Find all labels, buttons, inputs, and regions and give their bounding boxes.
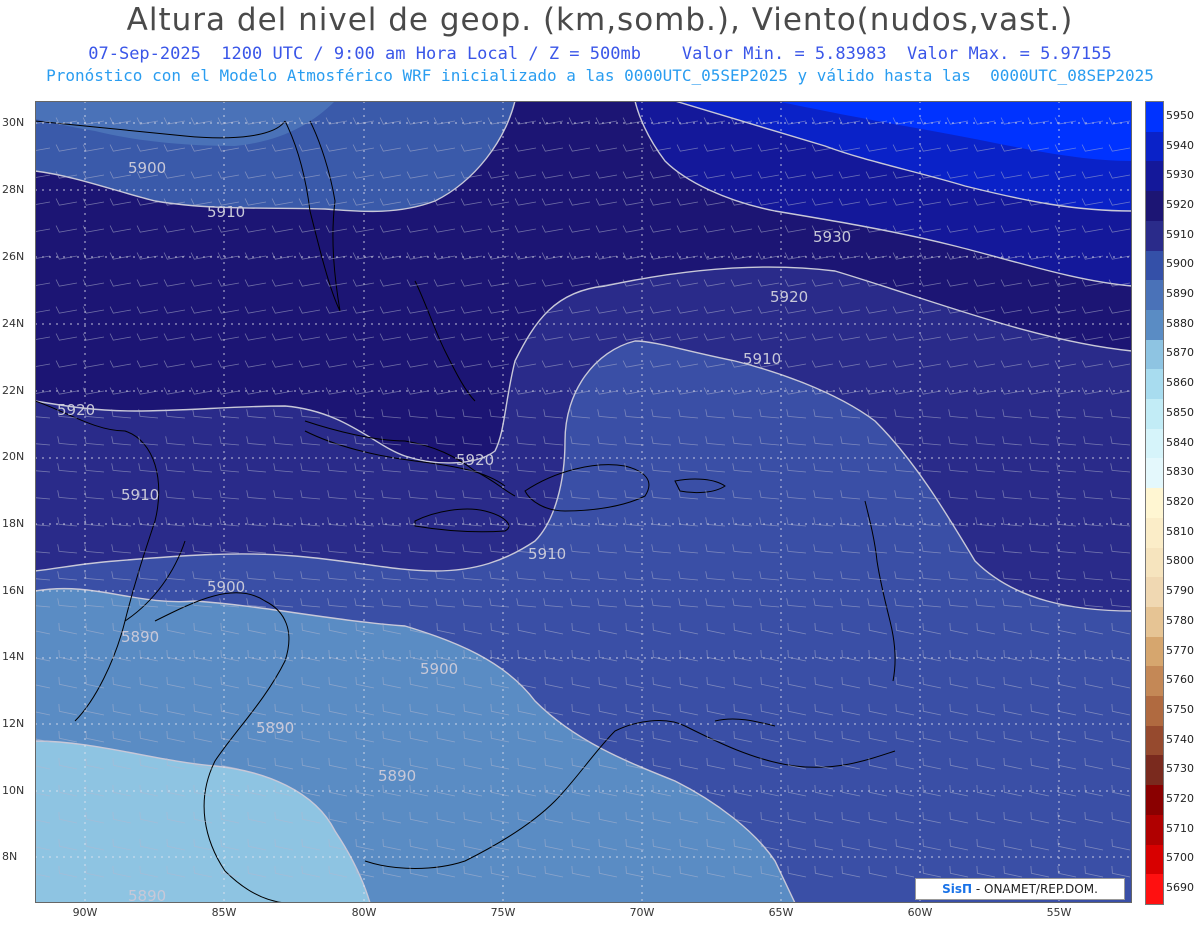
scale-swatch: [1146, 428, 1163, 459]
credit-box: SisΠ - ONAMET/REP.DOM.: [915, 878, 1125, 900]
lat-label: 16N: [2, 584, 25, 597]
scale-label: 5840: [1166, 435, 1194, 449]
contour-label: 5930: [813, 228, 851, 246]
scale-label: 5870: [1166, 346, 1194, 360]
lon-label: 55W: [1046, 906, 1072, 919]
contour-label: 5890: [378, 767, 416, 785]
scale-label: 5850: [1166, 405, 1194, 419]
chart-title: Altura del nivel de geop. (km,somb.), Vi…: [126, 2, 1074, 38]
scale-label: 5800: [1166, 554, 1194, 568]
scale-swatch: [1146, 339, 1163, 370]
contour-label: 5910: [121, 486, 159, 504]
lat-label: 26N: [2, 250, 25, 263]
contour-label: 5920: [57, 401, 95, 419]
scale-swatch: [1146, 250, 1163, 281]
scale-swatch: [1146, 458, 1163, 489]
scale-swatch: [1146, 309, 1163, 341]
contour-label: 5920: [770, 288, 808, 306]
scale-label: 5720: [1166, 792, 1194, 806]
scale-swatch: [1146, 517, 1163, 549]
lat-label: 24N: [2, 317, 25, 330]
geopotential-map: 5900 5910 5930 5920 5910 5920 5920 5910 …: [35, 101, 1132, 903]
scale-swatch: [1146, 755, 1163, 786]
lat-label: 20N: [2, 450, 25, 463]
color-scale-bar: [1145, 101, 1164, 905]
scale-swatch: [1146, 220, 1163, 252]
lat-label: 22N: [2, 384, 25, 397]
scale-swatch: [1146, 785, 1163, 816]
scale-label: 5900: [1166, 257, 1194, 271]
lon-label: 90W: [72, 906, 98, 919]
scale-swatch: [1146, 191, 1163, 222]
scale-swatch: [1146, 696, 1163, 727]
scale-swatch: [1146, 399, 1163, 430]
scale-label: 5820: [1166, 495, 1194, 508]
scale-label: 5910: [1166, 227, 1194, 241]
scale-swatch: [1146, 606, 1163, 638]
scale-label: 5730: [1166, 762, 1194, 776]
scale-label: 5930: [1166, 168, 1194, 182]
scale-swatch: [1146, 280, 1163, 311]
contour-label: 5890: [256, 719, 294, 737]
scale-label: 5860: [1166, 376, 1194, 390]
scale-swatch: [1146, 131, 1163, 162]
scale-swatch: [1146, 844, 1163, 875]
scale-label: 5920: [1166, 197, 1194, 211]
contour-label: 5910: [528, 545, 566, 563]
scale-label: 5750: [1166, 702, 1194, 716]
lat-label: 30N: [2, 116, 25, 129]
scale-swatch: [1146, 488, 1163, 519]
scale-swatch: [1146, 636, 1163, 667]
contour-label: 5900: [207, 578, 245, 596]
contour-label: 5900: [420, 660, 458, 678]
scale-label: 5710: [1166, 821, 1194, 835]
scale-swatch: [1146, 814, 1163, 846]
contour-label: 5920: [456, 451, 494, 469]
scale-swatch: [1146, 102, 1163, 133]
scale-label: 5950: [1166, 108, 1194, 122]
credit-text: - ONAMET/REP.DOM.: [972, 882, 1098, 896]
scale-label: 5770: [1166, 643, 1194, 657]
contour-label: 5900: [128, 159, 166, 177]
scale-label: 5810: [1166, 524, 1194, 538]
lon-label: 70W: [629, 906, 655, 919]
model-info-line: Pronóstico con el Modelo Atmosférico WRF…: [46, 66, 1154, 85]
scale-swatch: [1146, 666, 1163, 697]
scale-label: 5780: [1166, 613, 1194, 627]
scale-label: 5690: [1166, 881, 1194, 895]
lat-label: 8N: [2, 850, 18, 863]
scale-label: 5790: [1166, 584, 1194, 598]
scale-swatch: [1146, 874, 1163, 905]
scale-label: 5940: [1166, 138, 1194, 152]
scale-swatch: [1146, 547, 1163, 578]
contour-label: 5890: [121, 628, 159, 646]
lat-label: 18N: [2, 517, 25, 530]
scale-swatch: [1146, 577, 1163, 608]
lat-label: 10N: [2, 784, 25, 797]
scale-label: 5880: [1166, 316, 1194, 330]
forecast-info-line: 07-Sep-2025 1200 UTC / 9:00 am Hora Loca…: [88, 44, 1112, 64]
credit-brand: SisΠ: [942, 882, 973, 896]
scale-swatch: [1146, 369, 1163, 400]
scale-swatch: [1146, 161, 1163, 192]
scale-label: 5830: [1166, 465, 1194, 479]
lon-label: 85W: [211, 906, 237, 919]
scale-label: 5740: [1166, 732, 1194, 746]
contour-label: 5890: [128, 887, 166, 903]
scale-label: 5890: [1166, 287, 1194, 301]
scale-label: 5760: [1166, 673, 1194, 687]
lon-label: 65W: [768, 906, 794, 919]
scale-label: 5700: [1166, 851, 1194, 865]
contour-label: 5910: [743, 350, 781, 368]
lat-label: 14N: [2, 650, 25, 663]
lat-label: 12N: [2, 717, 25, 730]
scale-swatch: [1146, 725, 1163, 756]
lon-label: 80W: [351, 906, 377, 919]
contour-label: 5910: [207, 203, 245, 221]
lon-label: 60W: [907, 906, 933, 919]
lon-label: 75W: [490, 906, 516, 919]
lat-label: 28N: [2, 183, 25, 196]
